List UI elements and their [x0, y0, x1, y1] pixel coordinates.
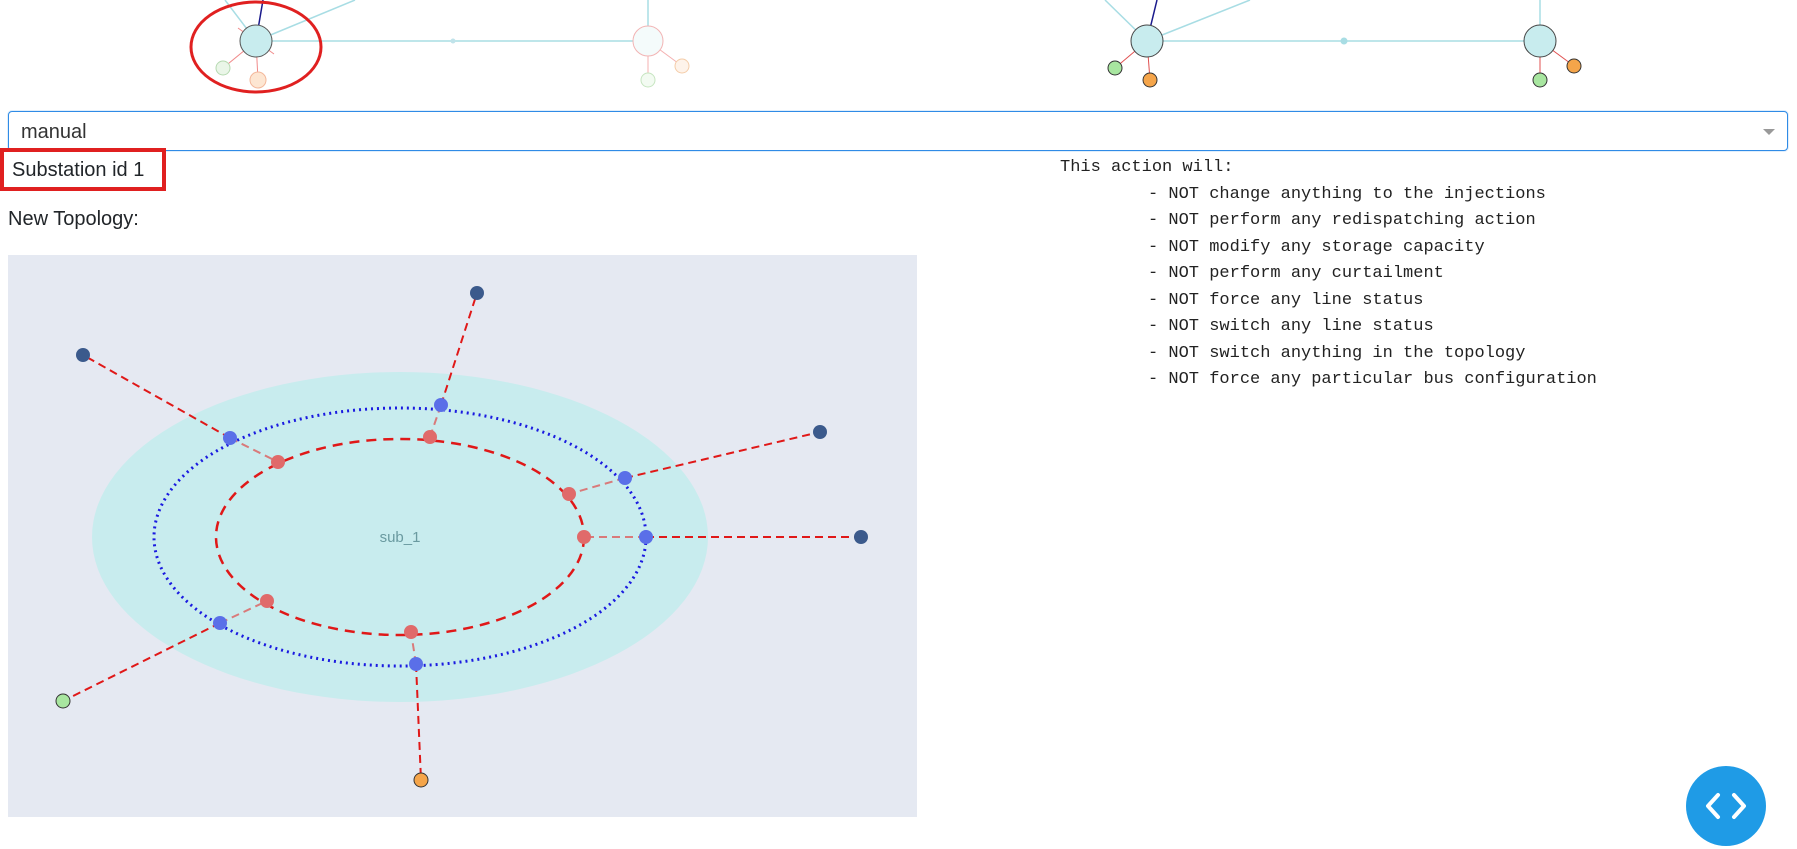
action-header: This action will:	[1060, 158, 1234, 177]
line-end-node[interactable]	[470, 286, 484, 300]
line-end-node[interactable]	[813, 425, 827, 439]
load-node	[249, 71, 267, 89]
topology-plot[interactable]: sub_1	[8, 255, 917, 817]
code-toggle-button[interactable]	[1686, 766, 1766, 846]
action-item: - NOT perform any curtailment	[1148, 264, 1444, 283]
line-midpoint-marker	[1340, 37, 1348, 45]
load-node	[1566, 58, 1582, 74]
action-item: - NOT force any line status	[1148, 290, 1424, 310]
substation-id-label: Substation id 1	[0, 148, 167, 191]
substation-node[interactable]	[1130, 24, 1164, 58]
bus-2-node[interactable]	[434, 398, 448, 412]
substation-node-1[interactable]	[239, 24, 273, 58]
bus-2-node[interactable]	[639, 530, 653, 544]
topology-plot-svg: sub_1	[55, 286, 868, 788]
action-item: - NOT change anything to the injections	[1148, 184, 1546, 204]
bus-1-node[interactable]	[577, 530, 591, 544]
network-overview-svg	[189, 0, 1582, 94]
line-end-node[interactable]	[854, 530, 868, 544]
substation-name-label: sub_1	[380, 529, 421, 546]
power-line	[1146, 0, 1251, 42]
action-item: - NOT modify any storage capacity	[1148, 237, 1485, 257]
generator-node	[640, 72, 656, 88]
load-node	[1142, 72, 1158, 88]
chevron-down-icon[interactable]	[1763, 129, 1775, 135]
bus-2-node[interactable]	[223, 431, 237, 445]
line-end-node[interactable]	[76, 348, 90, 362]
bus-2-node[interactable]	[618, 471, 632, 485]
line-midpoint-marker	[450, 38, 456, 44]
action-description: This action will: - NOT change anything …	[1060, 155, 1597, 394]
dropdown-selected-value: manual	[21, 121, 87, 143]
bus-1-node[interactable]	[260, 594, 274, 608]
bus-2-node[interactable]	[409, 657, 423, 671]
substation-node[interactable]	[1523, 24, 1557, 58]
bus-1-node[interactable]	[562, 487, 576, 501]
substation-node[interactable]	[632, 25, 664, 57]
network-overview-graph[interactable]	[0, 0, 1797, 100]
bus-1-node[interactable]	[423, 430, 437, 444]
bus-2-node[interactable]	[213, 616, 227, 630]
action-item: - NOT perform any redispatching action	[1148, 211, 1536, 230]
generator-node[interactable]	[55, 693, 71, 709]
generator-node	[1532, 72, 1548, 88]
generator-node	[1107, 60, 1123, 76]
load-node[interactable]	[413, 772, 429, 788]
line-connection	[62, 622, 221, 702]
load-node	[674, 58, 690, 74]
action-item: - NOT force any particular bus configura…	[1148, 370, 1597, 389]
topology-title: New Topology:	[8, 208, 139, 230]
generator-node	[215, 60, 231, 76]
action-type-dropdown[interactable]: manual	[8, 111, 1788, 151]
action-item: - NOT switch any line status	[1148, 317, 1434, 336]
action-item: - NOT switch anything in the topology	[1148, 343, 1526, 363]
code-brackets-icon	[1706, 793, 1746, 819]
bus-1-node[interactable]	[271, 455, 285, 469]
bus-1-node[interactable]	[404, 625, 418, 639]
